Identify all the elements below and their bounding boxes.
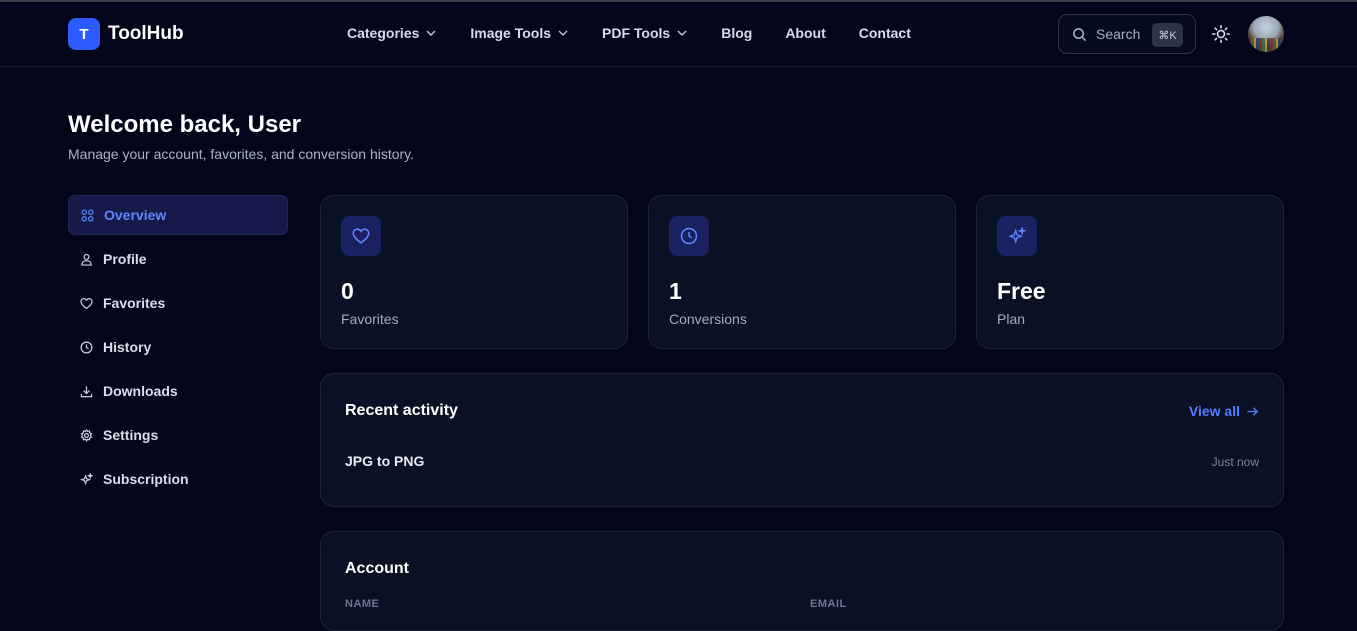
nav-contact[interactable]: Contact	[859, 25, 911, 41]
download-icon	[80, 385, 93, 397]
activity-item-time: Just now	[1211, 455, 1259, 469]
grid-icon	[81, 209, 94, 221]
view-all-link[interactable]: View all	[1189, 403, 1259, 419]
sidebar-item-favorites[interactable]: Favorites	[68, 283, 288, 323]
stat-card-conversions: 1 Conversions	[648, 195, 956, 349]
card-title: Account	[345, 560, 409, 577]
search-label: Search	[1096, 26, 1141, 42]
search-icon	[1073, 27, 1087, 41]
brand-name: ToolHub	[108, 23, 184, 44]
field-label-name: NAME	[345, 598, 380, 610]
sparkles-icon	[80, 472, 93, 485]
stat-value: 1	[669, 278, 682, 304]
sidebar-item-label: Downloads	[103, 383, 178, 399]
theme-toggle-button[interactable]	[1211, 24, 1231, 44]
view-all-label: View all	[1188, 403, 1240, 419]
stat-label: Conversions	[669, 311, 747, 327]
nav-pdf-tools[interactable]: PDF Tools	[602, 25, 688, 41]
stat-icon-box	[341, 216, 381, 256]
stat-value: 0	[341, 278, 354, 304]
chevron-down-icon	[677, 30, 687, 36]
user-avatar[interactable]	[1248, 16, 1284, 52]
sidebar-item-downloads[interactable]: Downloads	[68, 371, 288, 411]
arrow-right-icon	[1247, 406, 1259, 416]
site-header: T ToolHub Categories Image Tools PDF Too…	[0, 2, 1357, 67]
sidebar-item-label: Overview	[104, 207, 167, 223]
stat-label: Plan	[997, 311, 1026, 327]
activity-item-name[interactable]: JPG to PNG	[345, 453, 424, 469]
sidebar-item-overview[interactable]: Overview	[68, 195, 288, 235]
stat-icon-box	[997, 216, 1037, 256]
stat-card-plan: Free Plan	[976, 195, 1284, 349]
search-shortcut: ⌘K	[1152, 23, 1183, 47]
sun-icon	[1212, 25, 1230, 43]
sidebar-item-label: Settings	[103, 427, 159, 443]
stat-value: Free	[997, 278, 1046, 304]
dashboard-sidebar: Overview Profile Favorites History Downl…	[68, 195, 288, 503]
sidebar-item-history[interactable]: History	[68, 327, 288, 367]
nav-label: PDF Tools	[602, 25, 671, 41]
nav-image-tools[interactable]: Image Tools	[470, 25, 569, 41]
gear-icon	[80, 428, 93, 442]
sidebar-item-subscription[interactable]: Subscription	[68, 459, 288, 499]
search-button[interactable]: Search ⌘K	[1058, 14, 1196, 54]
heart-icon	[80, 297, 93, 309]
sidebar-item-label: Subscription	[103, 471, 189, 487]
stat-icon-box	[669, 216, 709, 256]
clock-icon	[80, 341, 93, 353]
heart-icon	[352, 228, 370, 244]
nav-label: Blog	[721, 25, 753, 41]
chevron-down-icon	[426, 30, 436, 36]
nav-blog[interactable]: Blog	[721, 25, 752, 41]
main-nav: Categories Image Tools PDF Tools Blog Ab…	[347, 25, 944, 41]
nav-label: Image Tools	[470, 25, 552, 41]
field-label-email: EMAIL	[810, 598, 847, 610]
sidebar-item-label: Profile	[103, 251, 147, 267]
logo-mark: T	[68, 18, 100, 50]
user-icon	[81, 253, 92, 266]
nav-label: Categories	[347, 25, 420, 41]
stat-card-favorites: 0 Favorites	[320, 195, 628, 349]
nav-about[interactable]: About	[785, 25, 825, 41]
stat-label: Favorites	[341, 311, 399, 327]
page-subtitle: Manage your account, favorites, and conv…	[68, 146, 415, 162]
clock-icon	[680, 227, 698, 245]
sparkles-icon	[1008, 227, 1026, 244]
recent-activity-card: Recent activity View all JPG to PNG Just…	[320, 373, 1284, 507]
nav-label: Contact	[858, 25, 911, 41]
page-title: Welcome back, User	[68, 111, 302, 138]
account-card: Account NAME EMAIL	[320, 531, 1284, 631]
chevron-down-icon	[558, 30, 568, 36]
sidebar-item-settings[interactable]: Settings	[68, 415, 288, 455]
nav-categories[interactable]: Categories	[347, 25, 437, 41]
nav-label: About	[785, 25, 826, 41]
brand-logo[interactable]: T ToolHub	[68, 18, 184, 50]
sidebar-item-label: History	[103, 339, 152, 355]
sidebar-item-profile[interactable]: Profile	[68, 239, 288, 279]
sidebar-item-label: Favorites	[103, 295, 166, 311]
card-title: Recent activity	[345, 402, 458, 419]
